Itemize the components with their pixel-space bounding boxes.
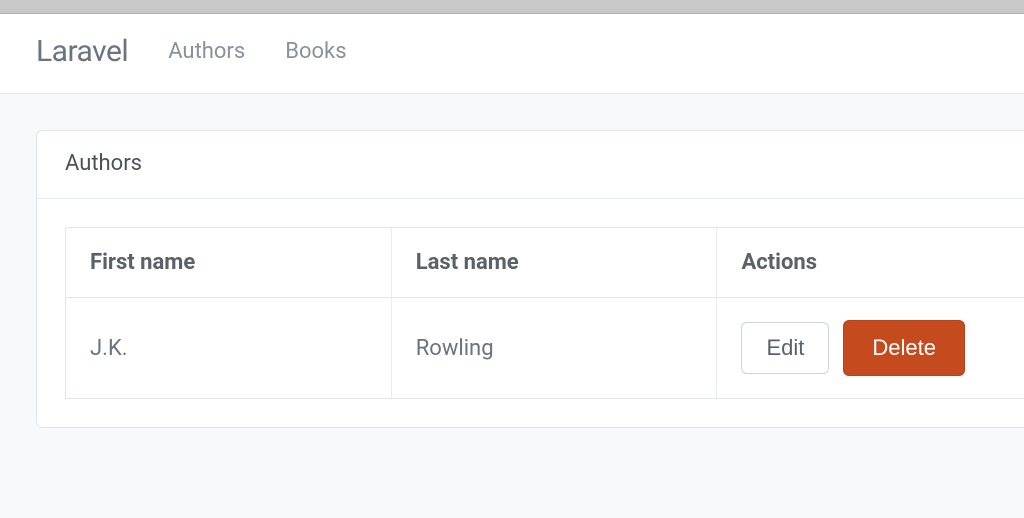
delete-button[interactable]: Delete <box>843 320 965 376</box>
authors-panel: Authors First name Last name Actions J.K… <box>36 130 1024 428</box>
col-header-actions: Actions <box>717 228 1024 298</box>
cell-last-name: Rowling <box>392 298 718 398</box>
brand-logo[interactable]: Laravel <box>36 34 128 69</box>
nav-link-books[interactable]: Books <box>285 39 346 64</box>
col-header-first-name: First name <box>66 228 392 298</box>
browser-chrome <box>0 0 1024 14</box>
table-header-row: First name Last name Actions <box>66 228 1024 298</box>
navbar: Laravel Authors Books <box>0 14 1024 94</box>
panel-title: Authors <box>37 131 1024 199</box>
panel-body: First name Last name Actions J.K. Rowlin… <box>37 199 1024 427</box>
col-header-last-name: Last name <box>392 228 718 298</box>
cell-actions: Edit Delete <box>717 298 1024 398</box>
edit-button[interactable]: Edit <box>741 322 829 374</box>
cell-first-name: J.K. <box>66 298 392 398</box>
page-body: Authors First name Last name Actions J.K… <box>0 94 1024 464</box>
authors-table: First name Last name Actions J.K. Rowlin… <box>65 227 1024 399</box>
table-row: J.K. Rowling Edit Delete <box>66 298 1024 398</box>
nav-link-authors[interactable]: Authors <box>168 39 245 64</box>
